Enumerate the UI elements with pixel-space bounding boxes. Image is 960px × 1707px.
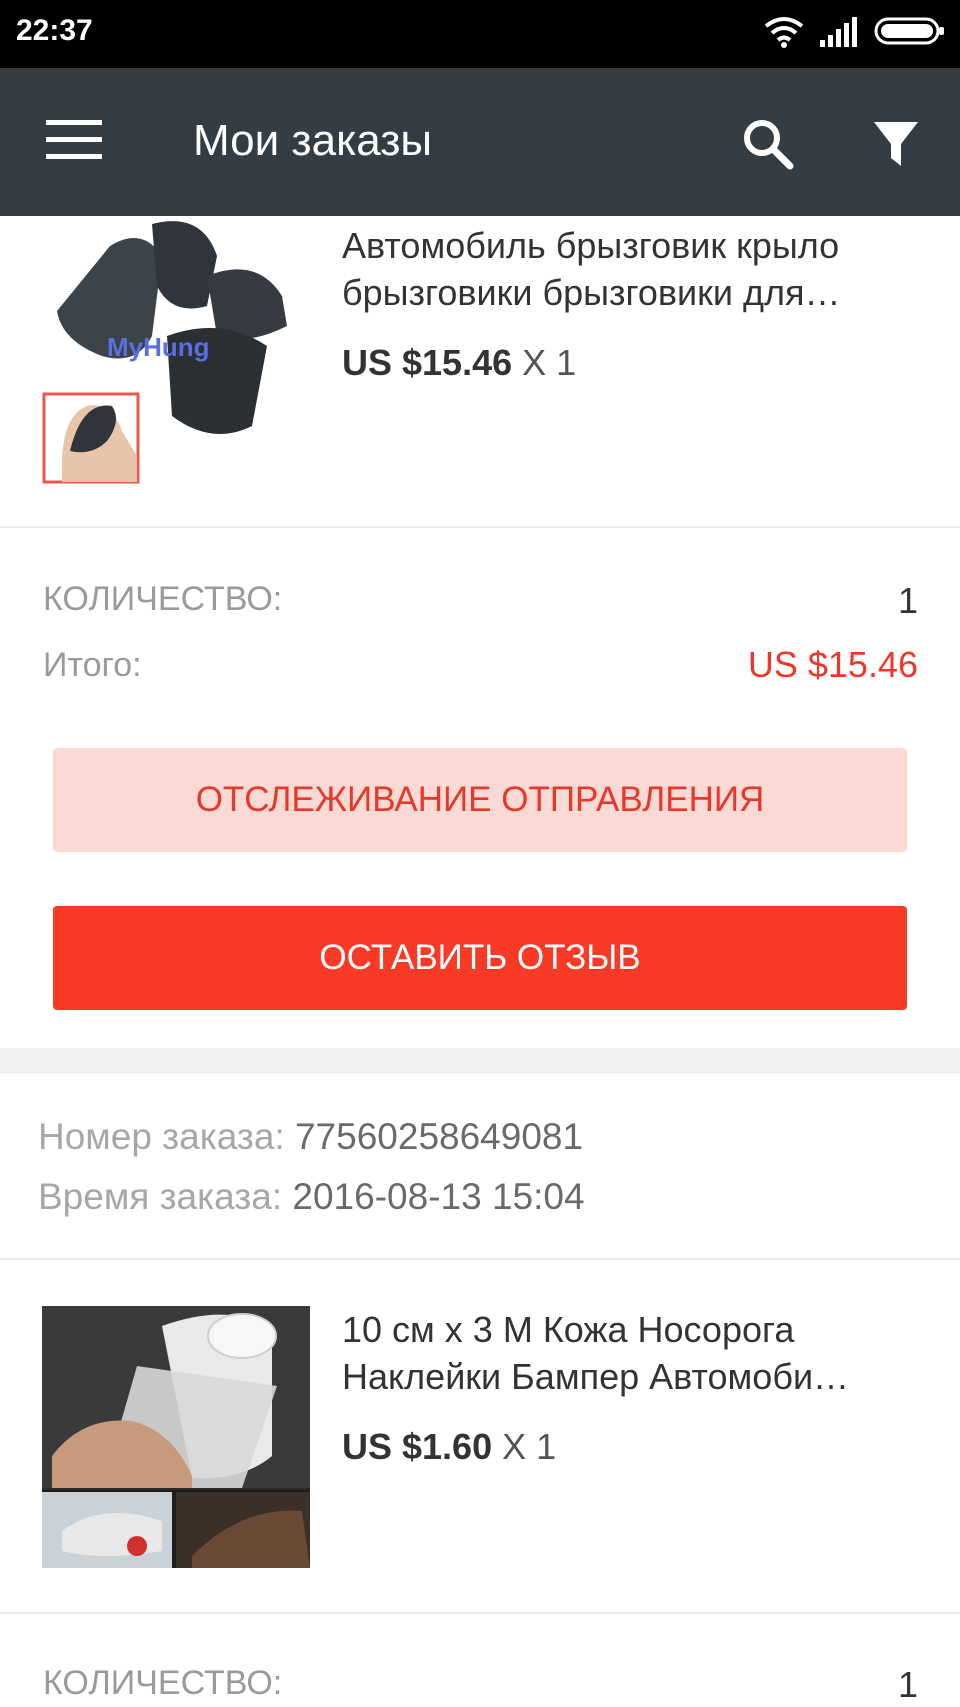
- order-time-label: Время заказа:: [38, 1176, 293, 1217]
- filter-icon[interactable]: [872, 118, 920, 170]
- order-number-value: 77560258649081: [294, 1116, 584, 1157]
- order-2-product-row[interactable]: 10 см х 3 М Кожа Носорога Наклейки Бампе…: [0, 1260, 960, 1612]
- battery-icon: [874, 17, 944, 45]
- product-multiplier: X 1: [522, 342, 577, 383]
- menu-icon[interactable]: [46, 120, 102, 160]
- quantity-value: 1: [897, 1664, 918, 1705]
- product-image: MyHung: [42, 216, 310, 484]
- order-2-summary: КОЛИЧЕСТВО: 1: [0, 1614, 960, 1707]
- order-number: Номер заказа: 77560258649081: [38, 1116, 583, 1158]
- track-shipment-button[interactable]: ОТСЛЕЖИВАНИЕ ОТПРАВЛЕНИЯ: [53, 748, 907, 852]
- watermark-text: MyHung: [107, 332, 210, 362]
- app-bar: Мои заказы: [0, 68, 960, 216]
- wifi-icon: [764, 17, 804, 48]
- product-image: [42, 1306, 310, 1568]
- product-title-line-1: 10 см х 3 М Кожа Носорога: [342, 1309, 795, 1350]
- status-time: 22:37: [16, 14, 93, 47]
- leave-review-button[interactable]: ОСТАВИТЬ ОТЗЫВ: [53, 906, 907, 1010]
- product-multiplier: X 1: [502, 1426, 557, 1467]
- product-title-line-1: Автомобиль брызговик крыло: [342, 225, 840, 266]
- status-bar: 22:37: [0, 0, 960, 68]
- page-title: Мои заказы: [193, 116, 433, 165]
- order-2-header[interactable]: Номер заказа: 77560258649081 Время заказ…: [0, 1074, 960, 1258]
- total-label: Итого:: [43, 646, 142, 684]
- product-title-line-2: брызговики брызговики для…: [342, 272, 841, 313]
- search-icon[interactable]: [740, 116, 796, 172]
- order-time: Время заказа: 2016-08-13 15:04: [38, 1176, 585, 1218]
- product-price: US $15.46: [342, 342, 513, 383]
- quantity-label: КОЛИЧЕСТВО:: [43, 1664, 283, 1702]
- order-1-product-row[interactable]: MyHung Автомобиль брызговик крыло брызго…: [0, 216, 960, 526]
- total-value: US $15.46: [747, 644, 918, 685]
- product-title-line-2: Наклейки Бампер Автомоби…: [342, 1356, 850, 1397]
- product-title[interactable]: Автомобиль брызговик крыло брызговики бр…: [342, 222, 922, 316]
- order-number-label: Номер заказа:: [38, 1116, 295, 1157]
- product-title[interactable]: 10 см х 3 М Кожа Носорога Наклейки Бампе…: [342, 1306, 922, 1400]
- status-icons: [762, 14, 946, 48]
- order-time-value: 2016-08-13 15:04: [292, 1176, 585, 1217]
- quantity-value: 1: [897, 580, 918, 621]
- signal-icon: [820, 17, 857, 47]
- product-price: US $1.60: [342, 1426, 493, 1467]
- order-1-summary: КОЛИЧЕСТВО: 1 Итого: US $15.46 ОТСЛЕЖИВА…: [0, 528, 960, 1048]
- product-price-row: US $15.46 X 1: [342, 342, 576, 384]
- quantity-label: КОЛИЧЕСТВО:: [43, 580, 283, 618]
- product-price-row: US $1.60 X 1: [342, 1426, 556, 1468]
